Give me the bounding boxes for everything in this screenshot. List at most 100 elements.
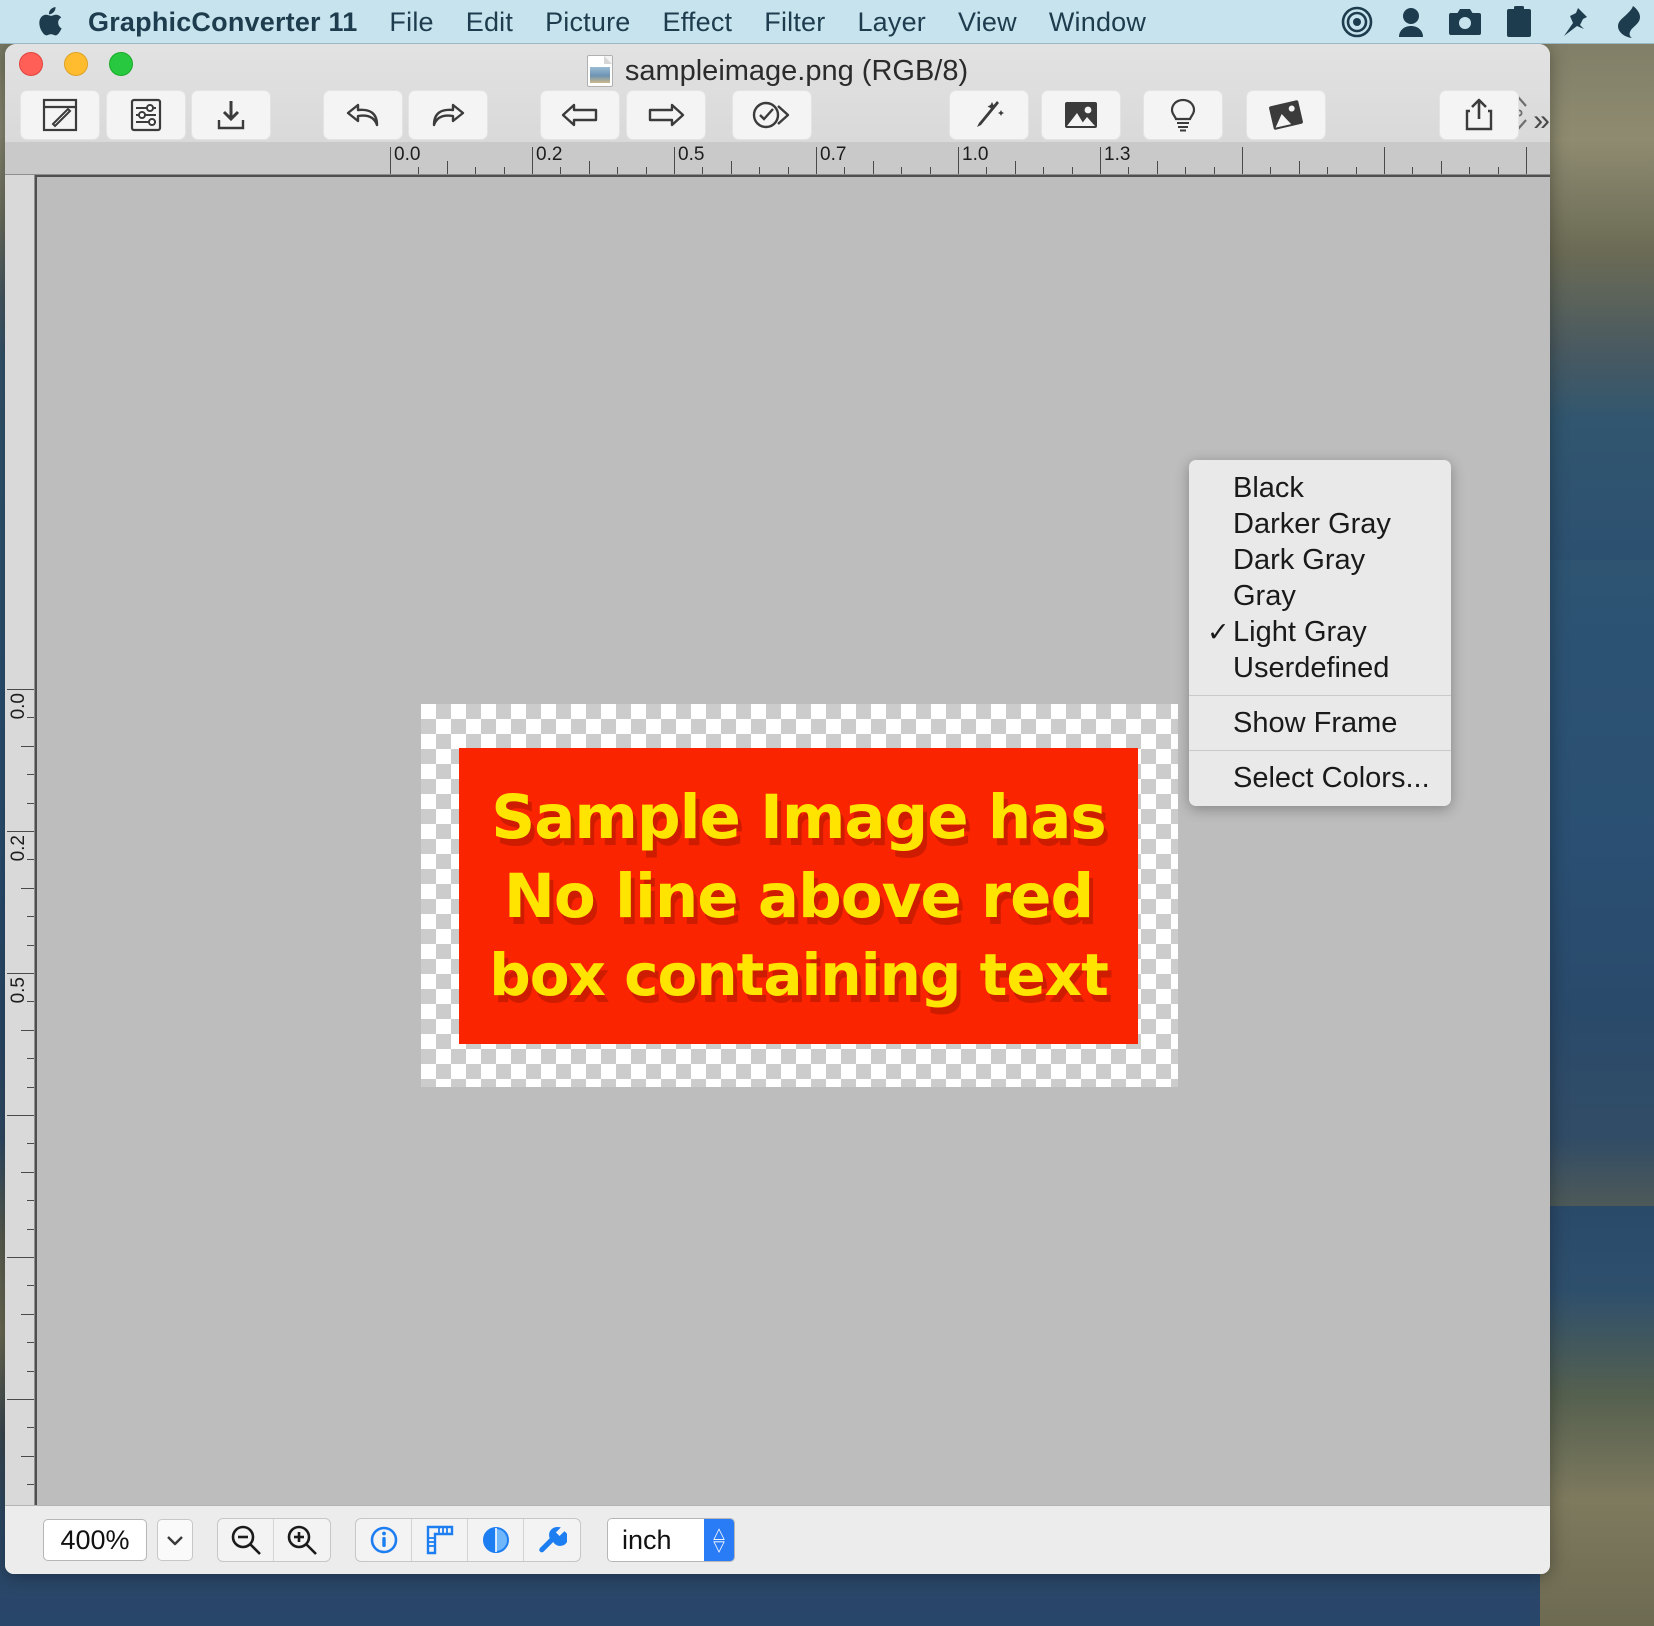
ruler-tick-minor <box>1156 161 1158 174</box>
menu-effect[interactable]: Effect <box>647 0 749 44</box>
background-color-context-menu: Black Darker Gray Dark Gray Gray ✓ Light Gray… <box>1189 460 1451 806</box>
context-menu-item[interactable]: ✓ Light Gray <box>1189 614 1451 650</box>
apple-icon[interactable] <box>38 7 64 37</box>
ruler-tick-minor <box>21 1313 34 1315</box>
ruler-tick-minor <box>21 1171 34 1173</box>
ruler-tick-minor <box>27 859 34 861</box>
vertical-ruler: 0.0 0.2 0.5 <box>5 175 35 1505</box>
red-text-box: Sample Image has No line above red box c… <box>459 748 1138 1044</box>
menu-view[interactable]: View <box>942 0 1033 44</box>
toolbar-overflow-icon[interactable]: » <box>1533 104 1550 138</box>
wrench-icon[interactable] <box>524 1519 580 1561</box>
menu-app-name[interactable]: GraphicConverter 11 <box>88 0 373 44</box>
image-document-icon <box>586 55 613 87</box>
image-text-line-3: box containing text <box>489 940 1109 1009</box>
zoom-buttons-group <box>217 1518 331 1562</box>
zoom-out-icon[interactable] <box>218 1519 274 1561</box>
ruler-label: 0.0 <box>394 144 421 165</box>
ruler-tick-major <box>958 147 959 174</box>
image-canvas[interactable]: Sample Image has No line above red box c… <box>35 175 1550 1505</box>
ruler-tick-major <box>1100 147 1101 174</box>
ruler-tick-minor <box>27 1285 34 1287</box>
context-menu-item-label: Select Colors... <box>1233 761 1430 794</box>
menu-window[interactable]: Window <box>1033 0 1162 44</box>
menu-separator <box>1189 750 1451 751</box>
share-upload-icon <box>1438 90 1519 140</box>
pin-icon[interactable] <box>1546 0 1600 44</box>
save-download-icon <box>191 90 272 140</box>
ruler-label: 0.5 <box>678 144 705 165</box>
ruler-label: 0.2 <box>8 835 29 862</box>
zoom-in-icon[interactable] <box>274 1519 330 1561</box>
ruler-tick-minor <box>787 167 789 174</box>
camera-icon[interactable] <box>1438 0 1492 44</box>
ruler-tick-minor <box>1270 167 1272 174</box>
menu-edit[interactable]: Edit <box>450 0 529 44</box>
zoom-level-input[interactable]: 400% <box>43 1519 147 1561</box>
status-bar: 400% inch △ ▽ <box>5 1505 1550 1574</box>
ruler-tick-minor <box>1043 167 1045 174</box>
ruler-tick-minor <box>617 167 619 174</box>
ruler-label: 1.3 <box>1104 144 1131 165</box>
context-menu-item[interactable]: Black <box>1189 470 1451 506</box>
ruler-icon[interactable] <box>412 1519 468 1561</box>
context-menu-item-label: Black <box>1233 471 1304 504</box>
ruler-label: 0.7 <box>820 144 847 165</box>
clipboard-icon[interactable] <box>1492 0 1546 44</box>
context-menu-item[interactable]: Darker Gray <box>1189 506 1451 542</box>
wave-icon[interactable] <box>1600 0 1654 44</box>
menu-file[interactable]: File <box>373 0 449 44</box>
ruler-tick-minor <box>872 161 874 174</box>
menu-layer[interactable]: Layer <box>841 0 942 44</box>
ruler-tick-minor <box>1327 167 1329 174</box>
stepper-down[interactable]: ▽ <box>713 1539 725 1554</box>
context-menu-item[interactable]: Dark Gray <box>1189 542 1451 578</box>
ruler-tick-minor <box>27 1484 34 1486</box>
undo-arrow-icon <box>322 90 403 140</box>
info-icon[interactable] <box>356 1519 412 1561</box>
ruler-tick-minor <box>1298 161 1300 174</box>
image-text-line-1: Sample Image has <box>491 781 1106 853</box>
menu-filter[interactable]: Filter <box>748 0 841 44</box>
ruler-tick-minor <box>560 167 562 174</box>
color-wheel-icon[interactable] <box>468 1519 524 1561</box>
ruler-tick-major <box>390 147 391 174</box>
horizontal-ruler: 0.0 0.2 0.5 0.7 1.0 1.3 <box>5 142 1550 175</box>
user-icon[interactable] <box>1384 0 1438 44</box>
ruler-tick-major <box>7 1399 34 1400</box>
ruler-label: 0.5 <box>8 977 29 1004</box>
ruler-tick-minor <box>446 161 448 174</box>
ruler-tick-minor <box>645 167 647 174</box>
window-title-area: sampleimage.png (RGB/8) <box>5 51 1550 91</box>
check-icon: ✓ <box>1207 616 1230 647</box>
ruler-tick-minor <box>27 1058 34 1060</box>
context-menu-item-label: Light Gray <box>1233 615 1367 648</box>
ruler-tick-minor <box>844 167 846 174</box>
stepper-updown-icon[interactable]: △ ▽ <box>704 1519 734 1561</box>
image-with-transparency[interactable]: Sample Image has No line above red box c… <box>421 704 1178 1087</box>
ruler-tick-minor <box>21 1029 34 1031</box>
target-icon[interactable] <box>1330 0 1384 44</box>
ruler-tick-major <box>816 147 817 174</box>
ruler-tick-minor <box>1355 167 1357 174</box>
wallpaper-cliff-top <box>1540 0 1654 560</box>
ruler-tick-minor <box>418 167 420 174</box>
sliders-icon <box>105 90 186 140</box>
picture-icon <box>1041 90 1122 140</box>
context-menu-item[interactable]: Userdefined <box>1189 650 1451 686</box>
ruler-tick-minor <box>27 1370 34 1372</box>
context-menu-item[interactable]: Gray <box>1189 578 1451 614</box>
menu-picture[interactable]: Picture <box>529 0 646 44</box>
window-title: sampleimage.png (RGB/8) <box>624 54 969 87</box>
chevron-down-icon[interactable] <box>157 1519 193 1561</box>
context-menu-item-label: Userdefined <box>1233 651 1390 684</box>
ruler-tick-major <box>7 1257 34 1258</box>
unit-select[interactable]: inch △ ▽ <box>607 1518 735 1562</box>
context-menu-item[interactable]: Select Colors... <box>1189 760 1451 796</box>
ruler-tick-minor <box>702 167 704 174</box>
context-menu-item[interactable]: Show Frame <box>1189 705 1451 741</box>
ruler-label: 0.0 <box>8 693 29 720</box>
ruler-tick-minor <box>901 167 903 174</box>
mac-menu-bar: GraphicConverter 11 File Edit Picture Ef… <box>0 0 1654 44</box>
ruler-tick-major <box>1384 147 1385 174</box>
